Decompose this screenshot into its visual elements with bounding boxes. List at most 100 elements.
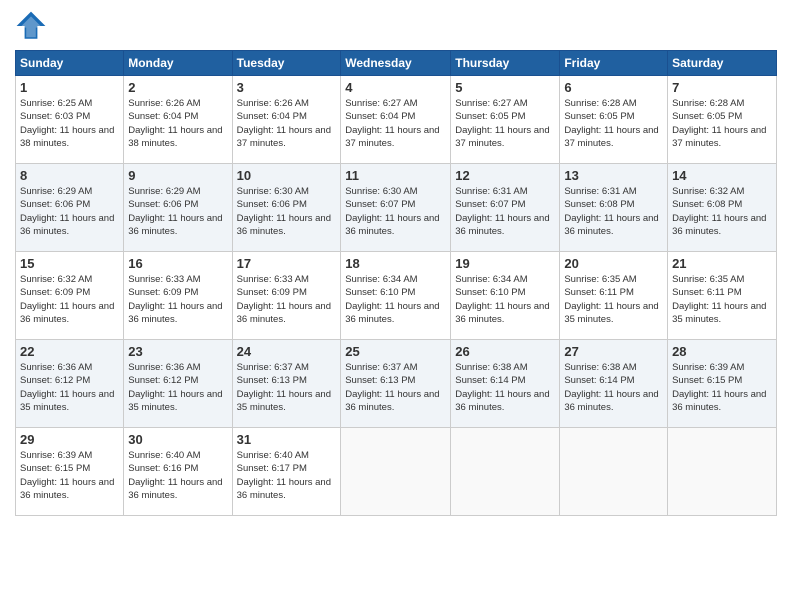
calendar-cell: 11 Sunrise: 6:30 AMSunset: 6:07 PMDayligh… bbox=[341, 164, 451, 252]
day-info: Sunrise: 6:33 AMSunset: 6:09 PMDaylight:… bbox=[237, 273, 337, 326]
calendar-cell: 18 Sunrise: 6:34 AMSunset: 6:10 PMDayligh… bbox=[341, 252, 451, 340]
col-header-wednesday: Wednesday bbox=[341, 51, 451, 76]
calendar-table: SundayMondayTuesdayWednesdayThursdayFrid… bbox=[15, 50, 777, 516]
day-number: 28 bbox=[672, 344, 772, 359]
day-number: 15 bbox=[20, 256, 119, 271]
col-header-sunday: Sunday bbox=[16, 51, 124, 76]
day-info: Sunrise: 6:25 AMSunset: 6:03 PMDaylight:… bbox=[20, 97, 119, 150]
day-number: 26 bbox=[455, 344, 555, 359]
calendar-cell: 8 Sunrise: 6:29 AMSunset: 6:06 PMDaylight… bbox=[16, 164, 124, 252]
calendar-cell: 14 Sunrise: 6:32 AMSunset: 6:08 PMDayligh… bbox=[668, 164, 777, 252]
day-number: 3 bbox=[237, 80, 337, 95]
calendar-cell: 21 Sunrise: 6:35 AMSunset: 6:11 PMDayligh… bbox=[668, 252, 777, 340]
day-number: 13 bbox=[564, 168, 663, 183]
day-info: Sunrise: 6:35 AMSunset: 6:11 PMDaylight:… bbox=[672, 273, 772, 326]
day-info: Sunrise: 6:39 AMSunset: 6:15 PMDaylight:… bbox=[20, 449, 119, 502]
col-header-tuesday: Tuesday bbox=[232, 51, 341, 76]
day-info: Sunrise: 6:36 AMSunset: 6:12 PMDaylight:… bbox=[128, 361, 227, 414]
week-row-3: 15 Sunrise: 6:32 AMSunset: 6:09 PMDayligh… bbox=[16, 252, 777, 340]
day-info: Sunrise: 6:39 AMSunset: 6:15 PMDaylight:… bbox=[672, 361, 772, 414]
calendar-cell: 20Sunrise: 6:35 AMSunset: 6:11 PMDayligh… bbox=[560, 252, 668, 340]
day-info: Sunrise: 6:33 AMSunset: 6:09 PMDaylight:… bbox=[128, 273, 227, 326]
day-info: Sunrise: 6:38 AMSunset: 6:14 PMDaylight:… bbox=[564, 361, 663, 414]
calendar-cell: 31 Sunrise: 6:40 AMSunset: 6:17 PMDayligh… bbox=[232, 428, 341, 516]
calendar-cell bbox=[560, 428, 668, 516]
day-number: 6 bbox=[564, 80, 663, 95]
day-number: 19 bbox=[455, 256, 555, 271]
calendar-cell: 7 Sunrise: 6:28 AMSunset: 6:05 PMDaylight… bbox=[668, 76, 777, 164]
calendar-cell: 9 Sunrise: 6:29 AMSunset: 6:06 PMDaylight… bbox=[124, 164, 232, 252]
page: SundayMondayTuesdayWednesdayThursdayFrid… bbox=[0, 0, 792, 612]
day-info: Sunrise: 6:32 AMSunset: 6:09 PMDaylight:… bbox=[20, 273, 119, 326]
calendar-cell: 26 Sunrise: 6:38 AMSunset: 6:14 PMDayligh… bbox=[451, 340, 560, 428]
day-info: Sunrise: 6:26 AMSunset: 6:04 PMDaylight:… bbox=[128, 97, 227, 150]
header bbox=[15, 10, 777, 42]
day-number: 10 bbox=[237, 168, 337, 183]
calendar-cell bbox=[451, 428, 560, 516]
calendar-cell: 17 Sunrise: 6:33 AMSunset: 6:09 PMDayligh… bbox=[232, 252, 341, 340]
day-info: Sunrise: 6:27 AMSunset: 6:04 PMDaylight:… bbox=[345, 97, 446, 150]
day-info: Sunrise: 6:31 AMSunset: 6:07 PMDaylight:… bbox=[455, 185, 555, 238]
day-number: 1 bbox=[20, 80, 119, 95]
calendar-cell: 19Sunrise: 6:34 AMSunset: 6:10 PMDayligh… bbox=[451, 252, 560, 340]
day-number: 25 bbox=[345, 344, 446, 359]
day-info: Sunrise: 6:29 AMSunset: 6:06 PMDaylight:… bbox=[128, 185, 227, 238]
day-info: Sunrise: 6:37 AMSunset: 6:13 PMDaylight:… bbox=[237, 361, 337, 414]
calendar-cell: 2 Sunrise: 6:26 AMSunset: 6:04 PMDaylight… bbox=[124, 76, 232, 164]
calendar-cell bbox=[668, 428, 777, 516]
calendar-cell: 30Sunrise: 6:40 AMSunset: 6:16 PMDayligh… bbox=[124, 428, 232, 516]
day-number: 27 bbox=[564, 344, 663, 359]
day-number: 18 bbox=[345, 256, 446, 271]
col-header-monday: Monday bbox=[124, 51, 232, 76]
calendar-cell: 3 Sunrise: 6:26 AMSunset: 6:04 PMDaylight… bbox=[232, 76, 341, 164]
header-row: SundayMondayTuesdayWednesdayThursdayFrid… bbox=[16, 51, 777, 76]
day-number: 14 bbox=[672, 168, 772, 183]
day-info: Sunrise: 6:40 AMSunset: 6:16 PMDaylight:… bbox=[128, 449, 227, 502]
calendar-cell: 25Sunrise: 6:37 AMSunset: 6:13 PMDayligh… bbox=[341, 340, 451, 428]
day-info: Sunrise: 6:30 AMSunset: 6:07 PMDaylight:… bbox=[345, 185, 446, 238]
day-number: 24 bbox=[237, 344, 337, 359]
day-info: Sunrise: 6:32 AMSunset: 6:08 PMDaylight:… bbox=[672, 185, 772, 238]
calendar-cell: 4 Sunrise: 6:27 AMSunset: 6:04 PMDaylight… bbox=[341, 76, 451, 164]
day-info: Sunrise: 6:31 AMSunset: 6:08 PMDaylight:… bbox=[564, 185, 663, 238]
day-number: 16 bbox=[128, 256, 227, 271]
col-header-friday: Friday bbox=[560, 51, 668, 76]
day-number: 9 bbox=[128, 168, 227, 183]
col-header-thursday: Thursday bbox=[451, 51, 560, 76]
day-info: Sunrise: 6:40 AMSunset: 6:17 PMDaylight:… bbox=[237, 449, 337, 502]
day-number: 20 bbox=[564, 256, 663, 271]
day-number: 11 bbox=[345, 168, 446, 183]
day-number: 7 bbox=[672, 80, 772, 95]
day-number: 17 bbox=[237, 256, 337, 271]
calendar-cell: 28 Sunrise: 6:39 AMSunset: 6:15 PMDayligh… bbox=[668, 340, 777, 428]
col-header-saturday: Saturday bbox=[668, 51, 777, 76]
week-row-2: 8 Sunrise: 6:29 AMSunset: 6:06 PMDaylight… bbox=[16, 164, 777, 252]
day-info: Sunrise: 6:29 AMSunset: 6:06 PMDaylight:… bbox=[20, 185, 119, 238]
calendar-cell bbox=[341, 428, 451, 516]
day-info: Sunrise: 6:28 AMSunset: 6:05 PMDaylight:… bbox=[672, 97, 772, 150]
calendar-cell: 24 Sunrise: 6:37 AMSunset: 6:13 PMDayligh… bbox=[232, 340, 341, 428]
calendar-cell: 10 Sunrise: 6:30 AMSunset: 6:06 PMDayligh… bbox=[232, 164, 341, 252]
day-info: Sunrise: 6:36 AMSunset: 6:12 PMDaylight:… bbox=[20, 361, 119, 414]
calendar-cell: 6 Sunrise: 6:28 AMSunset: 6:05 PMDaylight… bbox=[560, 76, 668, 164]
calendar-cell: 29Sunrise: 6:39 AMSunset: 6:15 PMDayligh… bbox=[16, 428, 124, 516]
day-info: Sunrise: 6:34 AMSunset: 6:10 PMDaylight:… bbox=[345, 273, 446, 326]
day-info: Sunrise: 6:28 AMSunset: 6:05 PMDaylight:… bbox=[564, 97, 663, 150]
calendar-cell: 23 Sunrise: 6:36 AMSunset: 6:12 PMDayligh… bbox=[124, 340, 232, 428]
day-info: Sunrise: 6:38 AMSunset: 6:14 PMDaylight:… bbox=[455, 361, 555, 414]
week-row-1: 1 Sunrise: 6:25 AMSunset: 6:03 PMDaylight… bbox=[16, 76, 777, 164]
calendar-cell: 12 Sunrise: 6:31 AMSunset: 6:07 PMDayligh… bbox=[451, 164, 560, 252]
day-info: Sunrise: 6:26 AMSunset: 6:04 PMDaylight:… bbox=[237, 97, 337, 150]
day-number: 2 bbox=[128, 80, 227, 95]
day-info: Sunrise: 6:30 AMSunset: 6:06 PMDaylight:… bbox=[237, 185, 337, 238]
day-number: 23 bbox=[128, 344, 227, 359]
day-number: 4 bbox=[345, 80, 446, 95]
day-number: 21 bbox=[672, 256, 772, 271]
day-number: 31 bbox=[237, 432, 337, 447]
day-info: Sunrise: 6:27 AMSunset: 6:05 PMDaylight:… bbox=[455, 97, 555, 150]
calendar-cell: 5Sunrise: 6:27 AMSunset: 6:05 PMDaylight… bbox=[451, 76, 560, 164]
day-number: 8 bbox=[20, 168, 119, 183]
calendar-cell: 27 Sunrise: 6:38 AMSunset: 6:14 PMDayligh… bbox=[560, 340, 668, 428]
calendar-cell: 1 Sunrise: 6:25 AMSunset: 6:03 PMDaylight… bbox=[16, 76, 124, 164]
day-number: 12 bbox=[455, 168, 555, 183]
